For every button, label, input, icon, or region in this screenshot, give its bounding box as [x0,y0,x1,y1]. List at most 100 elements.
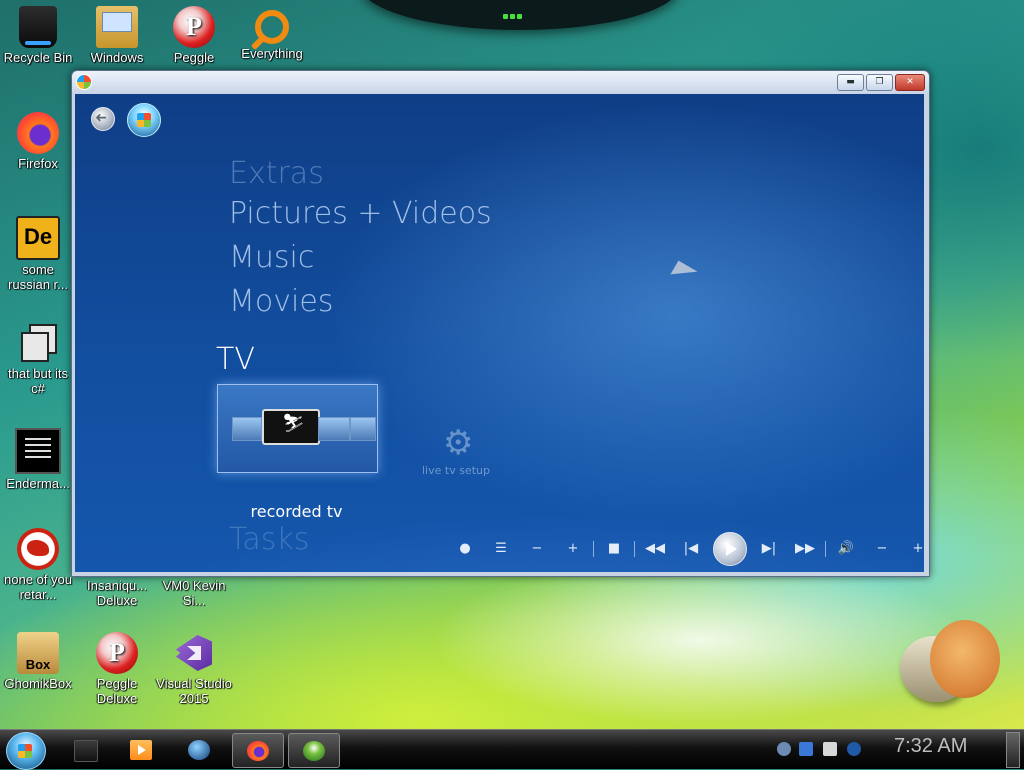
desktop-icon-visual-studio[interactable]: Visual Studio 2015 [156,632,232,706]
desktop-icon-russian-app[interactable]: De some russian r... [0,216,76,292]
desktop-icon-enderman[interactable]: Enderma... [0,428,76,491]
window-controls: ▬ ❐ ✕ [835,74,925,91]
desktop-icon-none-of-you[interactable]: none of you retar... [0,528,76,602]
recorded-tv-tile[interactable] [217,384,378,473]
firefox-icon [247,741,269,761]
desktop-icon-label: GhomikBox [4,676,72,691]
menu-music[interactable]: Music [229,240,314,275]
back-button[interactable] [91,107,115,131]
menu-movies[interactable]: Movies [229,284,333,319]
taskbar-media-center-button[interactable] [288,733,340,768]
ghomikbox-icon: Box [17,632,59,674]
channel-down-button[interactable]: − [519,536,555,562]
guide-button[interactable]: ☰ [483,536,519,562]
recycle-bin-icon [19,6,57,48]
desktop-icon-label: VM0 Kevin Si... [162,578,226,608]
media-center-window[interactable]: ▬ ❐ ✕ Extras Pictures + Videos Music Mov… [71,70,930,577]
separator [825,541,826,557]
skip-back-button[interactable]: |◀ [673,536,709,562]
windows-folder-icon [96,6,138,48]
explorer-icon [74,740,98,762]
desktop-icon-label: that but its c# [8,366,68,396]
gear-icon [443,426,473,460]
menu-extras[interactable]: Extras [229,156,324,191]
recorded-thumbnail-selected [262,409,320,445]
taskbar-globe-button[interactable] [174,733,224,766]
taskbar: 7:32 AM [0,729,1024,770]
menu-pictures-videos[interactable]: Pictures + Videos [229,196,492,231]
desktop-icon-ghomikbox[interactable]: Box GhomikBox [0,632,76,691]
desktop-icon-that-but-its-csharp[interactable]: that but its c# [0,322,76,396]
menu-tv[interactable]: TV [216,342,255,377]
desktop-icon-label: Firefox [18,156,58,171]
desktop-icon-label: Recycle Bin [3,50,73,65]
start-button[interactable] [6,732,46,770]
recorded-tv-label[interactable]: recorded tv [217,502,376,521]
media-center-content: Extras Pictures + Videos Music Movies TV… [75,94,924,572]
volume-up-button[interactable]: + [900,536,924,562]
desktop-icon-insaniquarium[interactable]: Insaniqu... Deluxe [79,578,155,608]
desktop-icon-vm0[interactable]: VM0 Kevin Si... [156,578,232,608]
taskbar-clock[interactable]: 7:32 AM [894,735,967,758]
live-tv-setup-item[interactable]: live tv setup [411,426,501,477]
rewind-button[interactable]: ◀◀ [637,536,673,562]
desktop-icon-firefox[interactable]: Firefox [0,112,76,171]
live-tv-setup-label: live tv setup [422,464,490,477]
recorded-thumbnail [318,417,350,441]
record-button[interactable]: ● [447,536,483,562]
media-center-start-button[interactable] [127,103,161,137]
tray-monitor-icon[interactable] [847,742,861,756]
hamster-body [930,620,1000,698]
desktop-icon-label: Visual Studio 2015 [156,676,232,706]
taskbar-explorer-button[interactable] [60,733,110,766]
peggle-deluxe-icon: P [96,632,138,674]
desktop-icon-windows[interactable]: Windows [79,6,155,65]
tray-network-icon[interactable] [777,742,791,756]
desktop-icon-label: Peggle Deluxe [96,676,138,706]
window-titlebar[interactable]: ▬ ❐ ✕ [72,71,929,93]
desktop-icon-label: Enderma... [6,476,70,491]
everything-search-icon [255,10,289,44]
windows-media-center-icon [303,741,325,761]
separator [593,541,594,557]
desktop-icon-recycle-bin[interactable]: Recycle Bin [0,6,76,65]
hamster-gadget[interactable] [900,620,1004,710]
copy-windows-icon [17,322,59,364]
fast-forward-button[interactable]: ▶▶ [787,536,823,562]
stop-button[interactable]: ■ [596,536,632,562]
desktop-icon-label: Peggle [173,50,215,65]
separator [634,541,635,557]
dinosaur-icon [17,528,59,570]
show-desktop-button[interactable] [1006,732,1020,768]
media-player-icon [130,740,152,760]
play-button[interactable] [713,532,747,566]
volume-down-button[interactable]: − [864,536,900,562]
desktop-icon-everything[interactable]: Everything [234,6,310,61]
minimize-button[interactable]: ▬ [837,74,864,91]
wallpaper-light-dots [502,8,524,19]
menu-tasks[interactable]: Tasks [229,522,309,557]
visual-studio-icon [173,632,215,674]
skip-forward-button[interactable]: ▶| [751,536,787,562]
desktop-icon-label: some russian r... [8,262,68,292]
close-button[interactable]: ✕ [895,74,925,91]
terminal-icon [15,428,61,474]
mouse-pointer-icon [673,265,695,287]
desktop-icon-peggle-deluxe[interactable]: P Peggle Deluxe [79,632,155,706]
globe-icon [188,740,210,760]
recorded-thumbnail [232,417,262,441]
desktop-icon-label: none of you retar... [4,572,72,602]
channel-up-button[interactable]: + [555,536,591,562]
desktop-icon-label: Insaniqu... Deluxe [87,578,147,608]
maximize-button[interactable]: ❐ [866,74,893,91]
desktop-icon-peggle[interactable]: P Peggle [156,6,232,65]
transport-controls: ● ☰ − + ■ ◀◀ |◀ ▶| ▶▶ 🔊 − + [447,532,924,566]
recorded-thumbnail [350,417,376,441]
taskbar-firefox-button[interactable] [232,733,284,768]
tray-security-icon[interactable] [823,742,837,756]
tray-bluetooth-icon[interactable] [799,742,813,756]
mute-button[interactable]: 🔊 [828,536,864,562]
taskbar-media-player-button[interactable] [116,733,166,766]
firefox-icon [17,112,59,154]
desktop-icon-label: Everything [241,46,303,61]
